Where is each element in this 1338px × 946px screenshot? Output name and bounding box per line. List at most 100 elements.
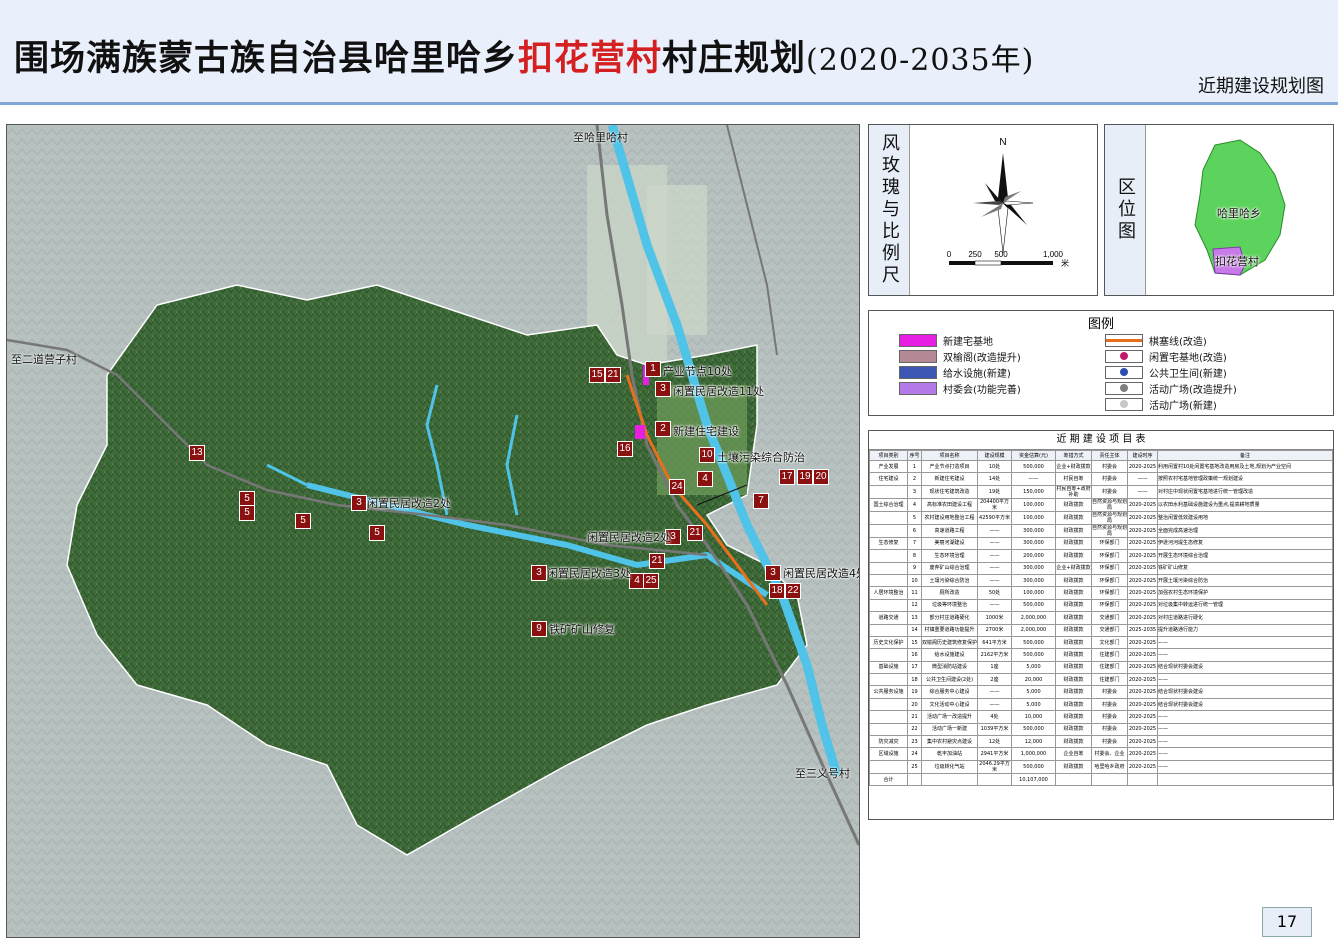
table-cell bbox=[869, 549, 908, 563]
project-marker[interactable]: 3 bbox=[351, 495, 367, 511]
table-cell: 部分村庄道路硬化 bbox=[921, 611, 978, 625]
project-marker[interactable]: 18 bbox=[769, 583, 785, 599]
table-cell: 财政拨款 bbox=[1055, 510, 1092, 525]
table-cell: 20 bbox=[907, 697, 922, 712]
table-cell: —— bbox=[1157, 635, 1333, 650]
table-cell: 现状住宅建筑改造 bbox=[921, 484, 978, 499]
table-cell: 自然资源与规划局 bbox=[1091, 523, 1128, 538]
table-cell: —— bbox=[1157, 747, 1333, 761]
table-cell: 铁矿矿山修复 bbox=[1157, 561, 1333, 575]
table-cell: 5,000 bbox=[1011, 660, 1056, 675]
table-cell: 22 bbox=[907, 722, 922, 737]
table-cell: 500,000 bbox=[1011, 459, 1056, 474]
table-cell: 提升道路通行能力 bbox=[1157, 623, 1333, 637]
label-to-erdaoyingzi: 至二道营子村 bbox=[11, 353, 77, 366]
legend-swatch bbox=[899, 366, 937, 379]
project-marker[interactable]: 19 bbox=[797, 469, 813, 485]
table-cell: 23 bbox=[907, 735, 922, 749]
table-cell: 财政拨款 bbox=[1055, 598, 1092, 613]
table-cell bbox=[1127, 772, 1158, 787]
table-cell bbox=[869, 710, 908, 724]
project-marker[interactable]: 3 bbox=[531, 565, 547, 581]
project-marker[interactable]: 20 bbox=[813, 469, 829, 485]
table-header-cell: 备注 bbox=[1157, 450, 1333, 461]
table-cell: 伊逊河河堤生态修复 bbox=[1157, 536, 1333, 551]
project-marker[interactable]: 17 bbox=[779, 469, 795, 485]
project-marker[interactable]: 4 bbox=[697, 471, 713, 487]
project-marker[interactable]: 5 bbox=[239, 505, 255, 521]
project-label: 闲置民居改造2处 bbox=[367, 497, 451, 510]
table-cell: —— bbox=[977, 573, 1012, 588]
project-marker[interactable]: 24 bbox=[669, 479, 685, 495]
table-cell: 2020-2025 bbox=[1127, 648, 1158, 662]
table-row: 6 高速道路工程 —— 300,000 财政拨款 自然资源与规划局 2020-2025 全面完… bbox=[869, 523, 1333, 538]
project-marker[interactable]: 16 bbox=[617, 441, 633, 457]
location-panel-title: 区位图 bbox=[1105, 125, 1146, 295]
table-cell: 集中农村避灾点建设 bbox=[921, 735, 978, 749]
title-year: (2020-2035年) bbox=[806, 43, 1035, 78]
legend-label: 棋塞线(改造) bbox=[1149, 337, 1207, 348]
project-marker[interactable]: 10 bbox=[699, 447, 715, 463]
table-cell: 文化活动中心建设 bbox=[921, 697, 978, 712]
table-cell: 2座 bbox=[977, 673, 1012, 687]
project-marker[interactable]: 5 bbox=[369, 525, 385, 541]
table-cell: 10,000 bbox=[1011, 710, 1056, 724]
project-marker[interactable]: 21 bbox=[605, 367, 621, 383]
project-label: 闲置民居改造4处 bbox=[783, 567, 860, 580]
table-cell: 财政拨款 bbox=[1055, 623, 1092, 637]
table-cell: 村委会 bbox=[1091, 735, 1128, 749]
table-cell: 4 bbox=[907, 497, 922, 512]
project-marker[interactable]: 13 bbox=[189, 445, 205, 461]
table-cell: 19处 bbox=[977, 484, 1012, 499]
table-cell: 村委会 bbox=[1091, 710, 1128, 724]
table-cell: 村委会 bbox=[1091, 472, 1128, 486]
table-cell: 2020-2025 bbox=[1127, 549, 1158, 563]
legend-label: 双榆阁(改造提升) bbox=[943, 353, 1021, 364]
table-cell: 2020-2025 bbox=[1127, 710, 1158, 724]
table-cell bbox=[869, 573, 908, 588]
project-marker[interactable]: 21 bbox=[687, 525, 703, 541]
table-cell: —— bbox=[1127, 472, 1158, 486]
title-village-name: 扣花营村 bbox=[518, 39, 663, 79]
table-cell: 财政拨款 bbox=[1055, 735, 1092, 749]
table-cell: 2020-2025 bbox=[1127, 510, 1158, 525]
map-subtitle: 近期建设规划图 bbox=[1198, 76, 1324, 97]
table-cell: 12 bbox=[907, 598, 922, 613]
table-cell: 产业节点打造项目 bbox=[921, 459, 978, 474]
project-marker[interactable]: 2 bbox=[655, 421, 671, 437]
project-marker[interactable]: 22 bbox=[785, 583, 801, 599]
table-cell: 100,000 bbox=[1011, 510, 1056, 525]
project-marker[interactable]: 1 bbox=[645, 361, 661, 377]
project-marker[interactable]: 9 bbox=[531, 621, 547, 637]
table-cell: 16 bbox=[907, 648, 922, 662]
table-cell: 12处 bbox=[977, 735, 1012, 749]
table-cell bbox=[869, 598, 908, 613]
table-cell: —— bbox=[1157, 722, 1333, 737]
table-header-cell: 项目名称 bbox=[921, 450, 978, 461]
project-marker[interactable]: 21 bbox=[649, 553, 665, 569]
project-marker[interactable]: 7 bbox=[753, 493, 769, 509]
table-cell: 10,107,000 bbox=[1011, 772, 1056, 787]
location-label-village: 扣花营村 bbox=[1215, 255, 1259, 268]
table-cell: 财政拨款 bbox=[1055, 685, 1092, 699]
legend-swatch bbox=[899, 350, 937, 363]
table-cell: 自然资源与规划局 bbox=[1091, 510, 1128, 525]
project-marker[interactable]: 3 bbox=[655, 381, 671, 397]
project-marker[interactable]: 3 bbox=[765, 565, 781, 581]
table-row: 10 土壤污染综合防治 —— 300,000 财政拨款 环保部门 2020-2025 开展土壤… bbox=[869, 573, 1333, 588]
table-cell: 4处 bbox=[977, 710, 1012, 724]
table-cell: —— bbox=[977, 685, 1012, 699]
table-cell: 24 bbox=[907, 747, 922, 761]
table-cell: 300,000 bbox=[1011, 561, 1056, 575]
legend-swatch bbox=[899, 382, 937, 395]
table-cell: 2020-2025 bbox=[1127, 611, 1158, 625]
table-row: 人居环境整治 11 厕所改造 50处 100,000 财政拨款 环保部门 2020-2025 加… bbox=[869, 586, 1333, 600]
table-cell: 500,000 bbox=[1011, 722, 1056, 737]
table-cell: 2 bbox=[907, 472, 922, 486]
project-marker[interactable]: 15 bbox=[589, 367, 605, 383]
table-cell: 300,000 bbox=[1011, 573, 1056, 588]
project-marker[interactable]: 5 bbox=[295, 513, 311, 529]
table-cell: —— bbox=[977, 697, 1012, 712]
legend-swatch bbox=[899, 334, 937, 347]
project-marker[interactable]: 25 bbox=[643, 573, 659, 589]
